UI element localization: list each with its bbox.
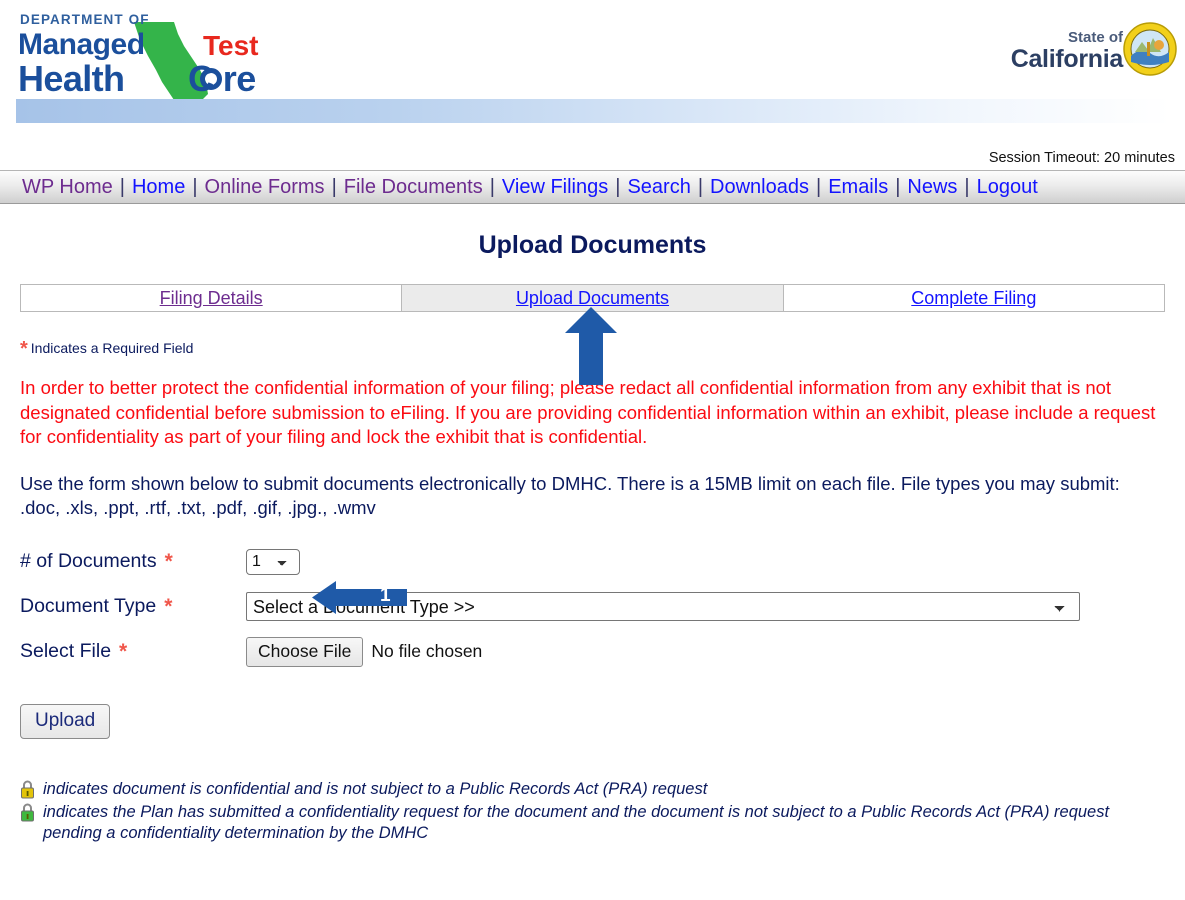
nav-separator: | <box>697 175 704 198</box>
nav-link-downloads[interactable]: Downloads <box>710 176 809 199</box>
legend-row: indicates the Plan has submitted a confi… <box>20 802 1165 844</box>
nav-link-home[interactable]: Home <box>132 176 185 199</box>
logo-department-line: DEPARTMENT OF <box>20 12 150 27</box>
upload-form: # of Documents * 12345678910 Document Ty… <box>20 543 1165 739</box>
nav-link-wp-home[interactable]: WP Home <box>22 176 113 199</box>
dmhc-logo: DEPARTMENT OF Managed Health C re Test <box>18 12 318 106</box>
num-documents-row: # of Documents * 12345678910 <box>20 543 1165 581</box>
page-header: DEPARTMENT OF Managed Health C re Test S… <box>0 0 1185 128</box>
nav-separator: | <box>489 175 495 198</box>
logo-care-line: C re <box>188 58 256 99</box>
legend-text: indicates document is confidential and i… <box>43 779 708 798</box>
num-documents-label: # of Documents <box>20 550 157 572</box>
tab-link-label[interactable]: Filing Details <box>160 288 263 309</box>
file-chosen-status: No file chosen <box>371 641 483 661</box>
california-state-seal-icon <box>1123 22 1177 76</box>
annotation-arrow-up-icon <box>565 307 617 385</box>
main-content: * Indicates a Required Field In order to… <box>0 338 1185 844</box>
num-documents-select[interactable]: 12345678910 <box>246 548 300 575</box>
nav-link-emails[interactable]: Emails <box>828 176 888 199</box>
select-file-label-group: Select File * <box>20 640 246 663</box>
required-marker-icon: * <box>119 640 128 663</box>
nav-separator: | <box>615 175 621 198</box>
required-marker-icon: * <box>164 550 173 573</box>
nav-separator: | <box>815 175 822 198</box>
document-type-label-group: Document Type * <box>20 595 246 618</box>
annotation-arrow-left-icon <box>312 581 407 614</box>
legend-row: indicates document is confidential and i… <box>20 779 1165 800</box>
nav-link-online-forms[interactable]: Online Forms <box>205 176 325 199</box>
page-title: Upload Documents <box>478 231 707 259</box>
nav-separator: | <box>119 175 125 198</box>
state-label-line2: California <box>1010 44 1124 73</box>
num-documents-label-group: # of Documents * <box>20 550 246 573</box>
annotation-arrow-left-label: 1 <box>380 585 391 606</box>
required-marker-icon: * <box>164 595 173 618</box>
nav-link-file-documents[interactable]: File Documents <box>344 176 483 199</box>
nav-link-view-filings[interactable]: View Filings <box>502 176 608 199</box>
required-field-note-text: Indicates a Required Field <box>30 340 194 356</box>
confidentiality-legend: indicates document is confidential and i… <box>20 779 1165 844</box>
select-file-label: Select File <box>20 640 112 662</box>
logo-managed-line: Managed <box>18 28 145 61</box>
confidential-warning-text: In order to better protect the confident… <box>20 377 1156 447</box>
nav-separator: | <box>331 175 337 198</box>
lock-icon-yellow <box>21 780 34 798</box>
nav-separator: | <box>895 175 901 198</box>
nav-separator: | <box>964 175 970 198</box>
state-of-california-label: State of California <box>1010 29 1124 73</box>
tab-link-label[interactable]: Complete Filing <box>911 288 1036 309</box>
logo-health-line: Health <box>18 58 125 99</box>
nav-link-news[interactable]: News <box>907 176 957 199</box>
select-file-row: Select File * Choose File No file chosen <box>20 633 1165 671</box>
tab-filing-details[interactable]: Filing Details <box>21 285 403 311</box>
document-type-label: Document Type <box>20 595 157 617</box>
nav-separator: | <box>192 175 198 198</box>
main-navigation: WP Home | Home | Online Forms | File Documents… <box>0 170 1185 204</box>
lock-icon-green <box>21 803 34 821</box>
nav-link-search[interactable]: Search <box>627 176 690 199</box>
required-marker-icon: * <box>20 338 28 360</box>
tab-complete-filing[interactable]: Complete Filing <box>783 285 1164 311</box>
document-type-row: Document Type * Select a Document Type >… <box>20 588 1165 626</box>
state-label-line1: State of <box>1067 29 1123 46</box>
choose-file-button[interactable]: Choose File <box>246 636 364 667</box>
legend-text: indicates the Plan has submitted a confi… <box>43 802 1110 842</box>
tab-link-label[interactable]: Upload Documents <box>516 288 669 309</box>
file-input-group: Choose File No file chosen <box>246 636 483 667</box>
upload-instructions-text: Use the form shown below to submit docum… <box>20 472 1120 519</box>
nav-link-logout[interactable]: Logout <box>977 176 1038 199</box>
upload-button[interactable]: Upload <box>20 703 111 739</box>
logo-test-badge: Test <box>203 30 259 61</box>
session-timeout-text: Session Timeout: 20 minutes <box>988 150 1175 166</box>
header-gradient-bar <box>16 99 1171 123</box>
